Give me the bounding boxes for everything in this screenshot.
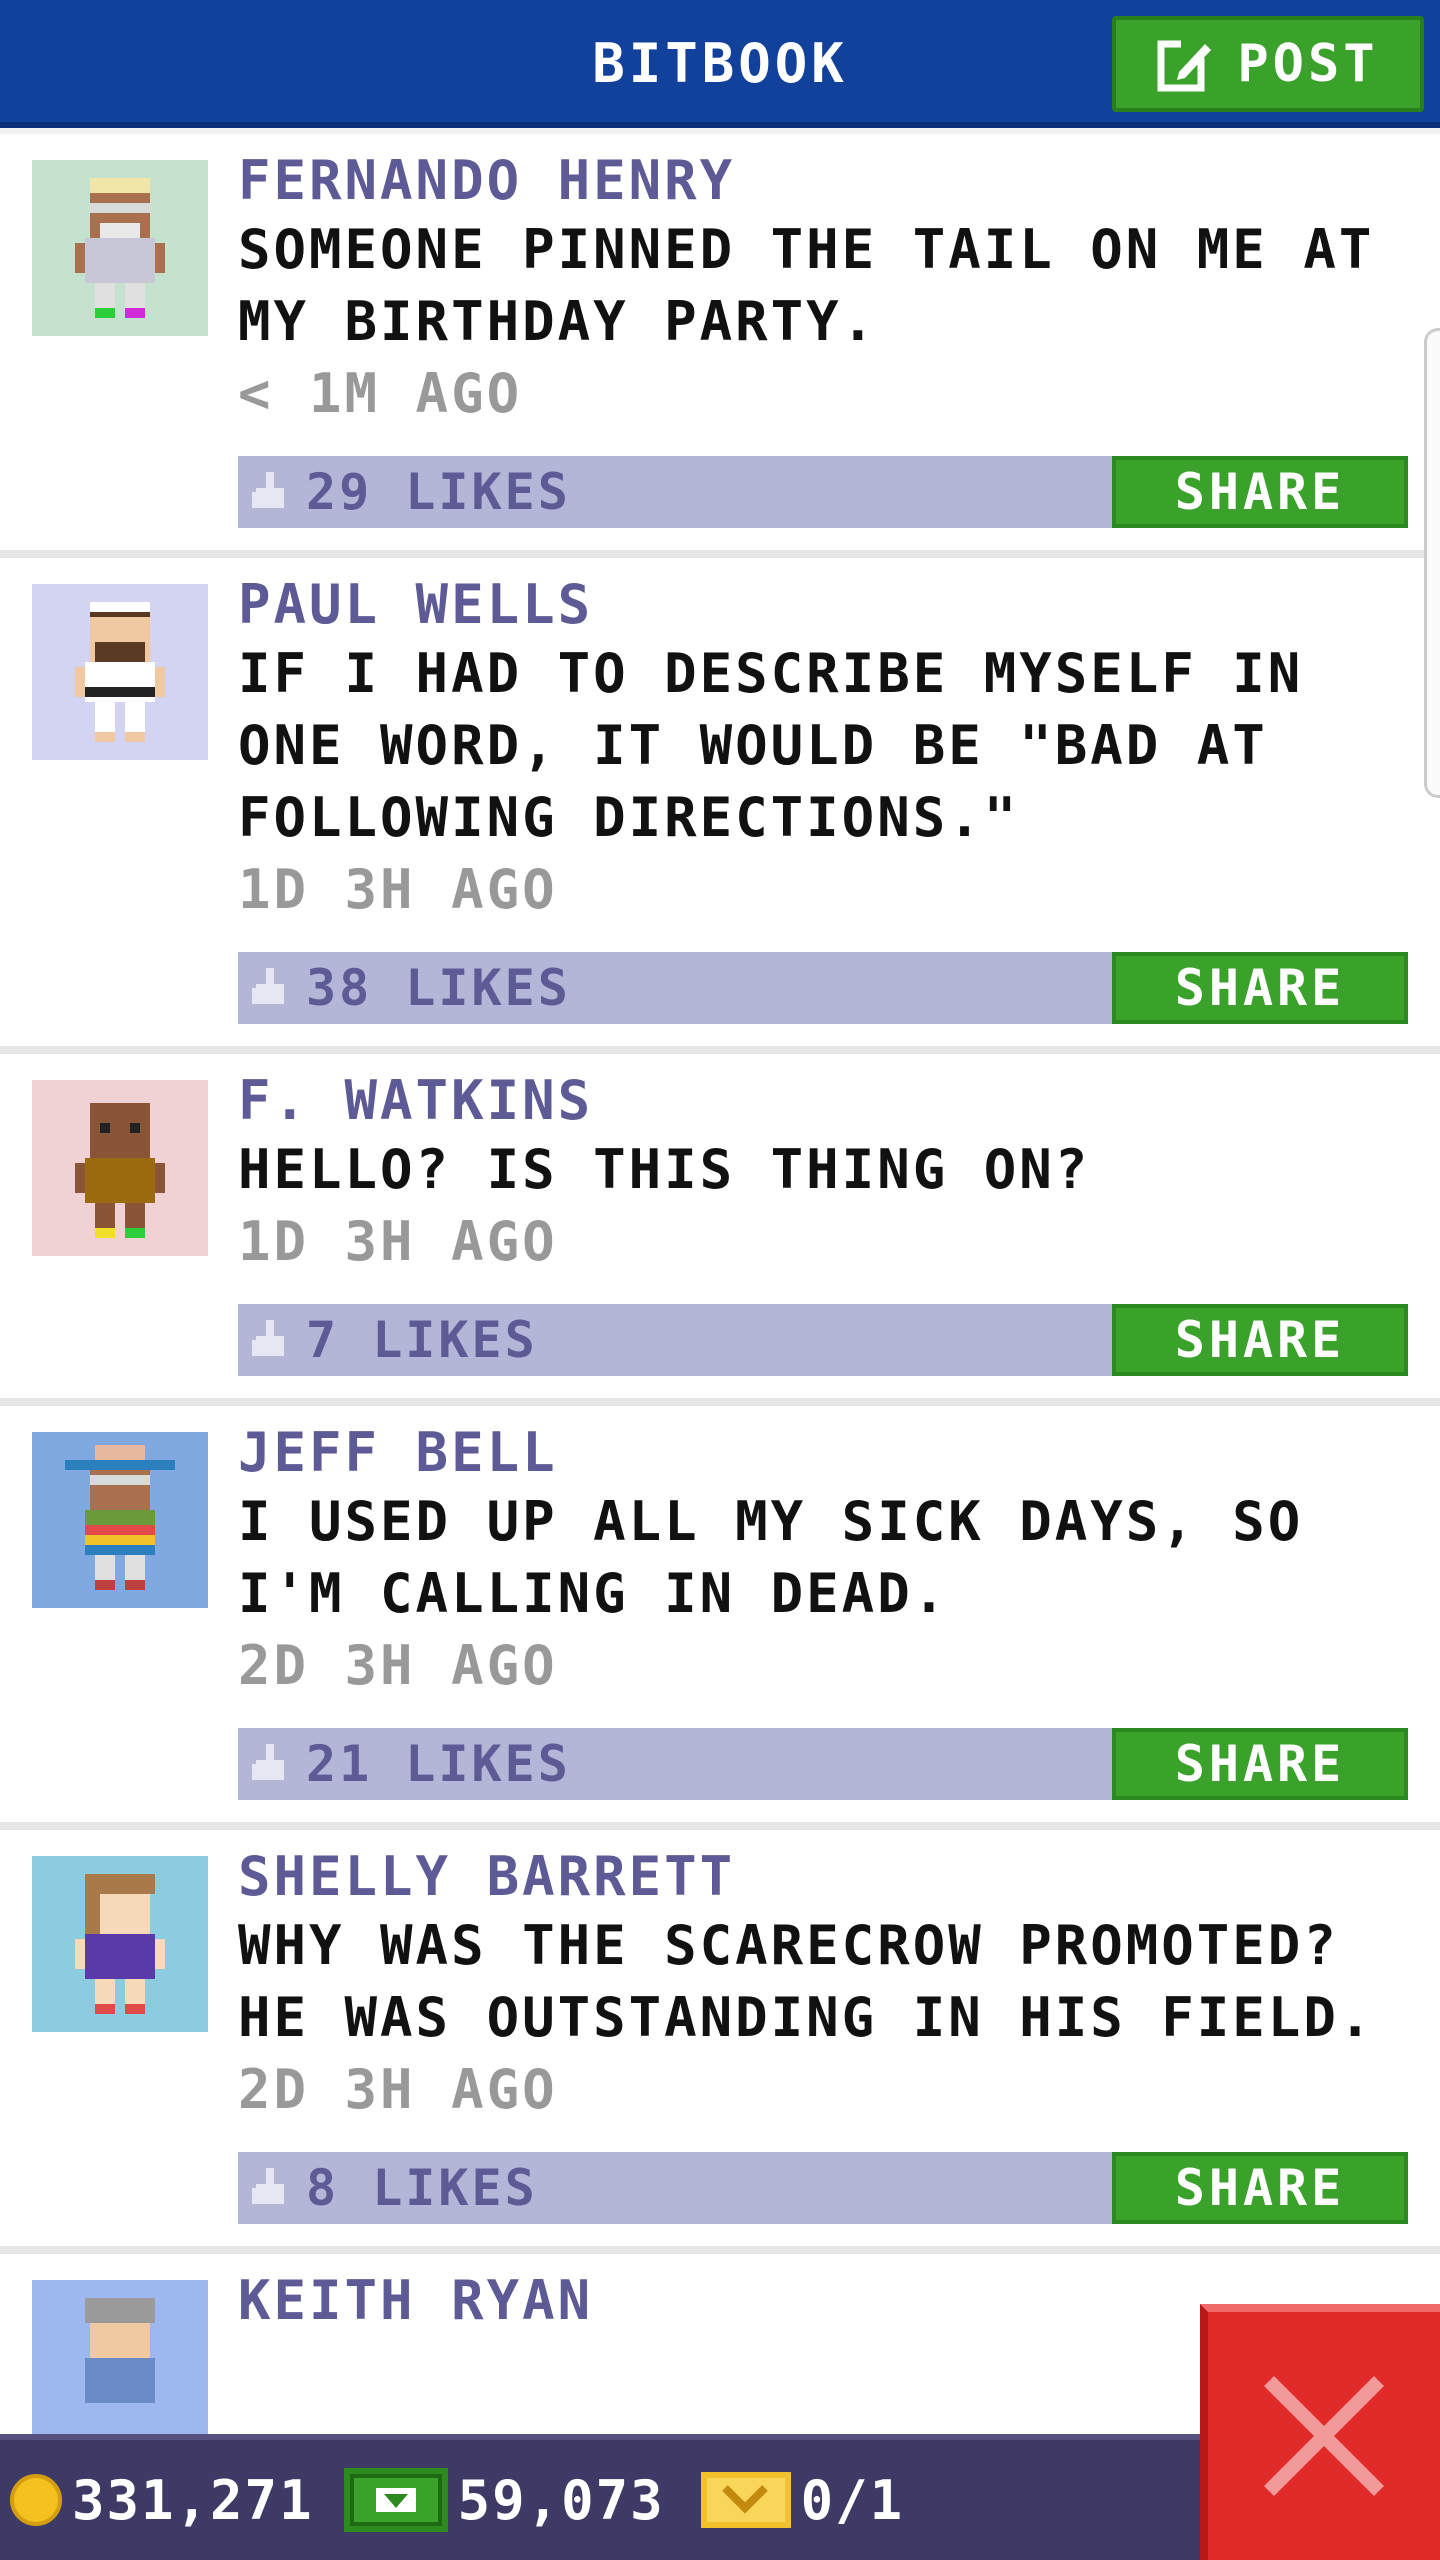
avatar[interactable] [32,1432,208,1608]
post-timestamp: 1D 3H AGO [238,858,558,921]
post-action-bar: 29 LIKES SHARE [238,456,1408,528]
post-timestamp: < 1M AGO [238,362,523,425]
feed-post: FERNANDO HENRY SOMEONE PINNED THE TAIL O… [0,134,1440,558]
thumbs-up-icon [252,2168,284,2204]
like-count: 29 LIKES [306,463,571,521]
post-action-bar: 38 LIKES SHARE [238,952,1408,1024]
share-button[interactable]: SHARE [1112,2152,1408,2224]
like-count: 8 LIKES [306,2159,538,2217]
feed-post: F. WATKINS HELLO? IS THIS THING ON? 1D 3… [0,1054,1440,1406]
avatar[interactable] [32,1856,208,2032]
edit-icon [1157,40,1212,92]
post-author: PAUL WELLS [238,573,594,636]
ticket-icon [700,2472,791,2528]
tickets-stat: 0/1 [700,2468,905,2532]
post-message: HELLO? IS THIS THING ON? [238,1138,1091,1201]
share-button[interactable]: SHARE [1112,1304,1408,1376]
post-message: SOMEONE PINNED THE TAIL ON ME AT MY BIRT… [238,218,1375,353]
share-button[interactable]: SHARE [1112,952,1408,1024]
like-count: 7 LIKES [306,1311,538,1369]
tickets-value: 0/1 [800,2468,905,2532]
like-button[interactable]: 21 LIKES [252,1728,571,1800]
like-button[interactable]: 38 LIKES [252,952,571,1024]
like-button[interactable]: 29 LIKES [252,456,571,528]
avatar-figure [75,1103,165,1238]
share-button[interactable]: SHARE [1112,456,1408,528]
post-timestamp: 2D 3H AGO [238,2058,558,2121]
feed-post: SHELLY BARRETT WHY WAS THE SCARECROW PRO… [0,1830,1440,2254]
thumbs-up-icon [252,1320,284,1356]
share-button[interactable]: SHARE [1112,1728,1408,1800]
post-message: WHY WAS THE SCARECROW PROMOTED? HE WAS O… [238,1914,1375,2049]
post-author: F. WATKINS [238,1069,594,1132]
like-button[interactable]: 7 LIKES [252,1304,538,1376]
post-author: SHELLY BARRETT [238,1845,736,1908]
post-action-bar: 7 LIKES SHARE [238,1304,1408,1376]
post-timestamp: 2D 3H AGO [238,1634,558,1697]
post-feed[interactable]: FERNANDO HENRY SOMEONE PINNED THE TAIL O… [0,134,1440,2554]
avatar[interactable] [32,160,208,336]
avatar-figure [75,178,165,318]
avatar-figure [85,2298,155,2403]
feed-post: JEFF BELL I USED UP ALL MY SICK DAYS, SO… [0,1406,1440,1830]
thumbs-up-icon [252,1744,284,1780]
post-author: FERNANDO HENRY [238,149,736,212]
post-button-label: POST [1237,34,1379,94]
avatar-figure [75,602,165,742]
coin-icon [10,2474,62,2526]
like-button[interactable]: 8 LIKES [252,2152,538,2224]
avatar-figure [75,1874,165,2014]
coins-stat: 331,271 [10,2469,314,2532]
scrollbar[interactable] [1424,328,1440,798]
post-action-bar: 21 LIKES SHARE [238,1728,1408,1800]
app-header: BITBOOK POST [0,0,1440,128]
cash-icon [343,2468,448,2532]
post-message: IF I HAD TO DESCRIBE MYSELF IN ONE WORD,… [238,642,1304,849]
avatar[interactable] [32,2280,208,2456]
like-count: 21 LIKES [306,1735,571,1793]
like-count: 38 LIKES [306,959,571,1017]
bux-stat: 59,073 [343,2468,665,2532]
coins-value: 331,271 [72,2468,314,2532]
close-icon [1264,2376,1384,2496]
bux-value: 59,073 [457,2468,665,2532]
post-action-bar: 8 LIKES SHARE [238,2152,1408,2224]
post-button[interactable]: POST [1112,16,1424,112]
thumbs-up-icon [252,472,284,508]
post-timestamp: 1D 3H AGO [238,1210,558,1273]
post-author: JEFF BELL [238,1421,558,1484]
post-message: I USED UP ALL MY SICK DAYS, SO I'M CALLI… [238,1490,1304,1625]
thumbs-up-icon [252,968,284,1004]
avatar-figure [65,1445,175,1590]
avatar[interactable] [32,1080,208,1256]
close-button[interactable] [1200,2304,1440,2560]
feed-post: PAUL WELLS IF I HAD TO DESCRIBE MYSELF I… [0,558,1440,1054]
avatar[interactable] [32,584,208,760]
